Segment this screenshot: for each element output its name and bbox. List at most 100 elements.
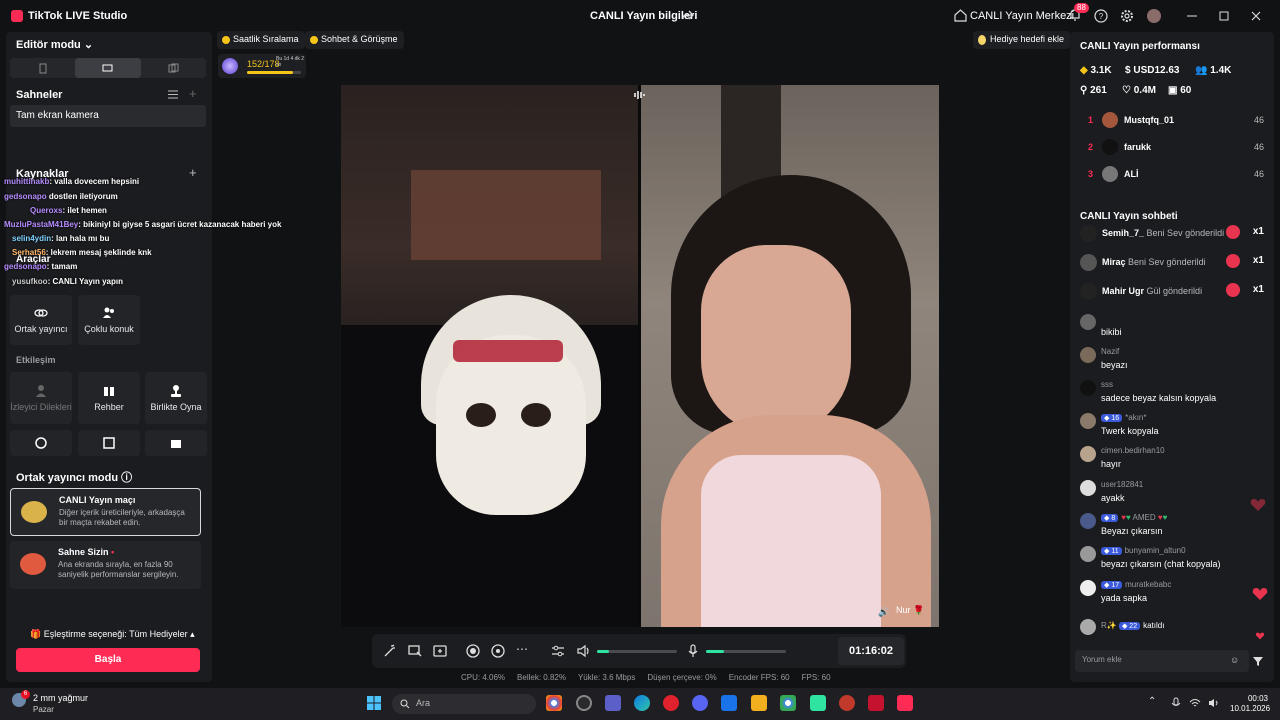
host-camera-feed [341,85,638,627]
taskbar-clock[interactable]: 00:03 10.01.2026 [1230,694,1270,714]
start-button[interactable]: Başla [16,648,200,672]
wifi-icon[interactable] [1189,697,1201,709]
stage-card[interactable]: Sahne Sizin • Ana ekranda sırayla, en fa… [10,541,201,589]
edge-icon[interactable] [634,695,650,711]
interaction-title: Etkileşim [16,355,56,365]
overlay-chat-line: Serhat56: lekrem mesaj şeklinde knk [12,248,152,257]
avatar[interactable] [1147,9,1161,23]
mic-slider-fill [706,650,724,653]
add-scene-icon[interactable]: + [189,86,197,101]
add-media-icon[interactable] [432,643,448,659]
app-icon[interactable] [839,695,855,711]
microphone-tray-icon[interactable] [1170,697,1182,709]
chrome-active-icon[interactable] [780,695,796,711]
microphone-icon[interactable] [685,643,701,659]
dual-mode-icon[interactable] [141,58,206,78]
teams-icon[interactable] [605,695,621,711]
list-icon[interactable] [168,90,178,99]
opera-icon[interactable] [663,695,679,711]
live-timer: 01:16:02 [838,637,904,665]
ranking-row[interactable]: 1 Mustqfq_01 46 [1080,111,1264,131]
chat-call-pill[interactable]: Sohbet & Görüşme [305,31,404,49]
level-progress[interactable]: 152/178 Bu 1d 4 dk 2 sn [218,54,306,78]
gift-goal-button[interactable]: Hediye hedefi ekle [973,31,1071,49]
search-icon [400,699,410,709]
speaker-icon[interactable]: 🔊 [878,607,889,618]
cortana-icon[interactable] [576,695,592,711]
avatar [1080,413,1096,429]
overlay-chat-line: gedsonapo: tamam [4,262,78,271]
editor-mode-dropdown[interactable]: Editör modu ⌄ [16,38,93,51]
link-icon [34,309,48,317]
avatar [1080,580,1096,596]
likes-metric: ♡ 0.4M [1122,85,1156,96]
share-icon[interactable] [682,9,694,21]
mail-icon[interactable] [721,695,737,711]
face [701,245,851,435]
comment-input[interactable]: Yorum ekle [1075,650,1249,672]
maximize-icon[interactable] [1217,9,1231,23]
file-explorer-icon[interactable] [751,695,767,711]
close-icon[interactable] [1249,9,1263,23]
volume-slider[interactable] [597,650,677,653]
settings-gear-icon[interactable] [1120,9,1134,23]
avatar [1080,225,1097,242]
emoji-icon[interactable]: ☺ [1230,655,1239,665]
chrome-icon[interactable] [546,695,562,711]
discord-icon[interactable] [692,695,708,711]
viewers-metric: 👥 1.4K [1195,65,1232,76]
speaker-tray-icon[interactable] [1208,697,1220,709]
notification-badge: 88 [1074,3,1089,13]
camera-switch-icon[interactable] [490,643,506,659]
checklist-icon [103,437,115,449]
info-icon[interactable]: ⓘ [121,472,132,484]
book-icon [104,387,114,396]
guest-camera-feed [641,85,939,627]
effects-icon[interactable] [407,643,423,659]
joystick-icon [171,385,181,397]
minimize-icon[interactable] [1185,9,1199,23]
mic-slider[interactable] [706,650,786,653]
cohost-tile[interactable]: Ortak yayıncı [10,295,72,345]
layout-mode-switch[interactable] [10,58,206,78]
portrait-mode-icon[interactable] [10,58,75,78]
scene-item[interactable]: Tam ekran kamera [10,105,206,127]
ranking-row[interactable]: 2 farukk 46 [1080,138,1264,158]
more-icon[interactable]: ⋯ [516,642,528,656]
audio-bars-icon[interactable] [633,89,647,101]
live-video-preview[interactable]: 🔊 Nur 🌹 [341,85,939,627]
weather-temp[interactable]: 2 mm yağmur [33,693,88,703]
tile-more-2[interactable] [78,430,140,456]
live-center-link[interactable]: CANLI Yayın Merkezi [970,10,1074,22]
landscape-mode-icon[interactable] [75,58,141,78]
record-icon[interactable] [465,643,481,659]
help-icon[interactable]: ? [1094,9,1108,23]
live-match-card[interactable]: CANLI Yayın maçı Diğer içerik üreticiler… [10,488,201,536]
viewer-requests-tile[interactable]: İzleyici Dilekleri [10,372,72,424]
bulb-icon [978,35,986,45]
chevron-up-icon[interactable]: ⌃ [1148,696,1156,707]
play-together-tile[interactable]: Birlikte Oyna [145,372,207,424]
app-icon[interactable] [810,695,826,711]
multi-guest-tile[interactable]: Çoklu konuk [78,295,140,345]
home-icon[interactable] [954,9,967,22]
matching-option[interactable]: 🎁 Eşleştirme seçeneği: Tüm Hediyeler ▴ [30,629,195,640]
overlay-chat-line: Queroxs: ilet hemen [30,206,107,215]
avatar [1102,112,1118,128]
filter-icon[interactable] [1252,655,1264,667]
tile-more-3[interactable] [145,430,207,456]
ranking-row[interactable]: 3 ALİ 46 [1080,165,1264,185]
tile-more-1[interactable] [10,430,72,456]
taskbar-search[interactable]: Ara [392,694,536,714]
hourly-ranking-pill[interactable]: Saatlik Sıralama [217,31,305,49]
performance-stats: CPU: 4.06% Bellek: 0.82% Yükle: 3.6 Mbps Dü… [461,673,831,682]
tiktok-taskbar-icon[interactable] [897,695,913,711]
app-title: TikTok LIVE Studio [28,10,128,22]
windows-start-icon[interactable] [366,695,382,711]
volume-icon[interactable] [576,643,592,659]
youtube-icon[interactable] [868,695,884,711]
sliders-icon[interactable] [550,643,566,659]
avatar [1080,446,1096,462]
guide-tile[interactable]: Rehber [78,372,140,424]
magic-wand-icon[interactable] [382,643,398,659]
